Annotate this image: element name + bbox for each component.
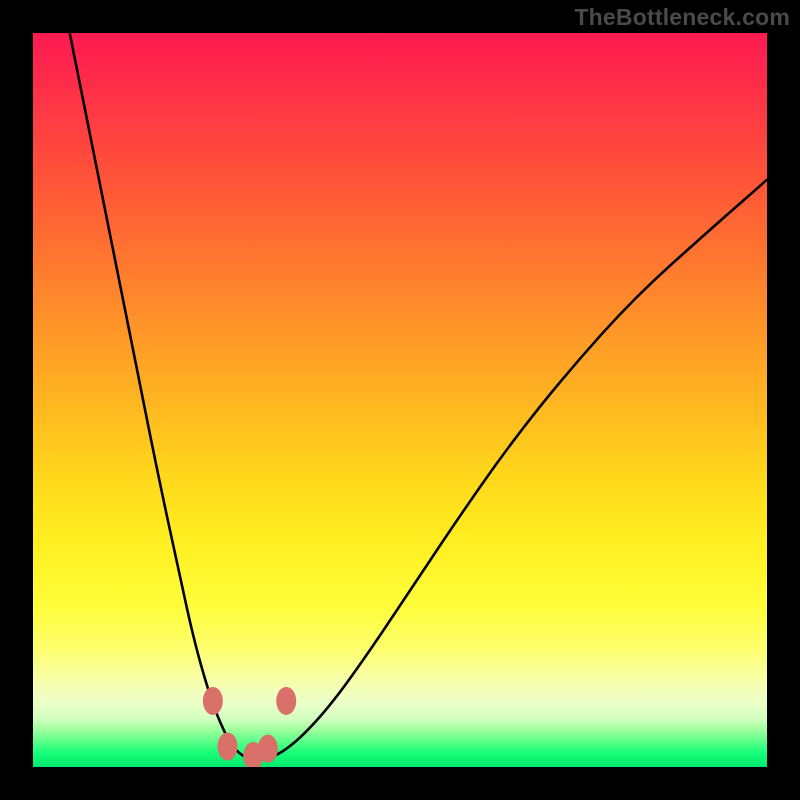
marker-dot <box>218 732 238 760</box>
bottleneck-curve <box>70 33 767 759</box>
curve-markers <box>203 687 296 767</box>
plot-area <box>33 33 767 767</box>
curve-layer <box>33 33 767 767</box>
watermark-text: TheBottleneck.com <box>574 4 790 31</box>
marker-dot <box>258 735 278 763</box>
marker-dot <box>203 687 223 715</box>
marker-dot <box>276 687 296 715</box>
outer-frame: TheBottleneck.com <box>0 0 800 800</box>
